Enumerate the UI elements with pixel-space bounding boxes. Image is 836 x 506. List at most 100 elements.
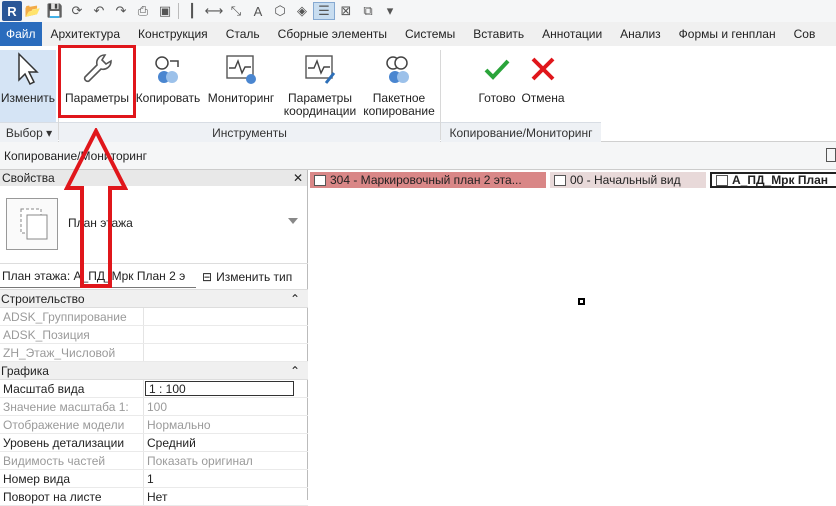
- prop-key: Номер вида: [0, 470, 144, 487]
- view-tab-label: А_ПД_Мрк План: [732, 173, 829, 187]
- panel-select-bar[interactable]: Выбор ▾: [0, 122, 58, 142]
- cancel-label: Отмена: [521, 91, 565, 105]
- red-arrow-annotation: [64, 128, 128, 288]
- context-bar-handle[interactable]: [826, 148, 836, 162]
- drawing-area[interactable]: 304 - Маркировочный план 2 эта... 00 - Н…: [310, 170, 836, 500]
- prop-key: Уровень детализации: [0, 434, 144, 451]
- sync-icon[interactable]: ⟳: [66, 2, 88, 20]
- panel-copy-monitor-bar: Копирование/Мониторинг: [441, 122, 601, 142]
- panel-copy-monitor-label: Копирование/Мониторинг: [449, 125, 593, 140]
- customize-qat-icon[interactable]: ▾: [379, 2, 401, 20]
- tab-file[interactable]: Файл: [0, 22, 42, 46]
- coordination-monitor-icon: [300, 50, 340, 88]
- view-tabs: 304 - Маркировочный план 2 эта... 00 - Н…: [310, 172, 836, 188]
- prop-value[interactable]: Средний: [144, 434, 308, 451]
- tab-collaborate[interactable]: Сов: [785, 22, 825, 46]
- measure-icon[interactable]: ┃: [181, 2, 203, 20]
- edit-type-button[interactable]: ⊟ Изменить тип: [202, 270, 292, 284]
- chevron-down-icon[interactable]: [288, 218, 298, 224]
- prop-key: ZH_Этаж_Числовой: [0, 344, 144, 361]
- monitor-button[interactable]: Мониторинг: [204, 50, 278, 122]
- revit-logo[interactable]: R: [2, 1, 22, 21]
- view-tab-active[interactable]: А_ПД_Мрк План: [710, 172, 836, 188]
- floor-plan-icon: [716, 174, 728, 186]
- properties-palette: Свойства ✕ План этажа План этажа: А_ПД_М…: [0, 170, 308, 506]
- collapse-icon[interactable]: ⌃: [290, 364, 300, 378]
- view-tab-label: 304 - Маркировочный план 2 эта...: [330, 173, 522, 187]
- section-icon[interactable]: ◈: [291, 2, 313, 20]
- batch-copy-icon: [379, 50, 419, 88]
- tab-massing-site[interactable]: Формы и генплан: [670, 22, 785, 46]
- prop-value: 100: [147, 399, 168, 414]
- tab-architecture[interactable]: Архитектура: [42, 22, 130, 46]
- collapse-icon[interactable]: ⌃: [290, 292, 300, 306]
- type-selector[interactable]: План этажа: [0, 186, 308, 264]
- table-row: Масштаб вида 1 : 100: [0, 380, 308, 398]
- view-tab[interactable]: 00 - Начальный вид: [550, 172, 706, 188]
- close-hidden-icon[interactable]: ⊠: [335, 2, 357, 20]
- view-scale-input[interactable]: 1 : 100: [145, 381, 294, 396]
- cancel-button[interactable]: Отмена: [518, 50, 568, 122]
- spot-icon[interactable]: ⤡: [225, 2, 247, 20]
- monitor-label: Мониторинг: [207, 91, 275, 105]
- finish-button[interactable]: Готово: [474, 50, 520, 122]
- sheet-icon: [554, 174, 566, 186]
- undo-icon[interactable]: ↶: [88, 2, 110, 20]
- sheet-icon: [314, 174, 326, 186]
- prop-key: Поворот на листе: [0, 488, 144, 505]
- modify-button[interactable]: Изменить: [0, 50, 56, 122]
- prop-key: Масштаб вида: [0, 380, 144, 397]
- view-tab-label: 00 - Начальный вид: [570, 173, 681, 187]
- prop-value[interactable]: Нет: [144, 488, 308, 505]
- prop-value: Нормально: [147, 417, 211, 432]
- tab-structure[interactable]: Конструкция: [129, 22, 217, 46]
- view-tab[interactable]: 304 - Маркировочный план 2 эта...: [310, 172, 546, 188]
- text-icon[interactable]: A: [247, 2, 269, 20]
- copy-circles-icon: [148, 50, 188, 88]
- prop-key: Значение масштаба 1:: [0, 398, 144, 415]
- switch-windows-icon[interactable]: ⧉: [357, 2, 379, 20]
- group-graphics[interactable]: Графика ⌃: [0, 362, 308, 380]
- table-row: Видимость частей Показать оригинал: [0, 452, 308, 470]
- floor-plan-icon: [6, 198, 58, 250]
- tab-systems[interactable]: Системы: [396, 22, 464, 46]
- edit-type-icon: ⊟: [202, 269, 213, 284]
- prop-key: Видимость частей: [0, 452, 144, 469]
- element-marker[interactable]: [578, 298, 585, 305]
- tab-insert[interactable]: Вставить: [464, 22, 533, 46]
- batch-copy-label-2: копирование: [363, 104, 435, 118]
- prop-key: ADSK_Позиция: [0, 326, 144, 343]
- table-row: Отображение модели Нормально: [0, 416, 308, 434]
- close-icon[interactable]: ✕: [293, 171, 303, 185]
- finish-label: Готово: [478, 91, 516, 105]
- copy-button[interactable]: Копировать: [134, 50, 202, 122]
- coordination-settings-button[interactable]: Параметры координации: [280, 50, 360, 122]
- table-row: ZH_Этаж_Числовой: [0, 344, 308, 362]
- table-row: Поворот на листе Нет: [0, 488, 308, 506]
- tab-steel[interactable]: Сталь: [217, 22, 269, 46]
- redo-icon[interactable]: ↷: [110, 2, 132, 20]
- export-icon[interactable]: ▣: [154, 2, 176, 20]
- thin-lines-icon[interactable]: ☰: [313, 2, 335, 20]
- monitor-pulse-icon: [221, 50, 261, 88]
- print-icon[interactable]: ⎙: [132, 2, 154, 20]
- tab-annotate[interactable]: Аннотации: [533, 22, 611, 46]
- prop-value: [144, 326, 308, 343]
- prop-value: [144, 344, 308, 361]
- instance-bar: План этажа: А_ПД_Мрк План 2 э ⊟ Изменить…: [0, 264, 308, 290]
- group-label: Строительство: [1, 291, 85, 306]
- group-construction[interactable]: Строительство ⌃: [0, 290, 308, 308]
- align-dimension-icon[interactable]: ⟷: [203, 2, 225, 20]
- table-row: Значение масштаба 1: 100: [0, 398, 308, 416]
- open-icon[interactable]: 📂: [22, 2, 44, 20]
- tab-analyze[interactable]: Анализ: [611, 22, 670, 46]
- prop-value[interactable]: 1: [144, 470, 308, 487]
- checkmark-icon: [477, 50, 517, 88]
- group-label: Графика: [1, 363, 49, 378]
- table-row: Уровень детализации Средний: [0, 434, 308, 452]
- 3d-view-icon[interactable]: ⬡: [269, 2, 291, 20]
- batch-copy-button[interactable]: Пакетное копирование: [360, 50, 438, 122]
- tab-precast[interactable]: Сборные элементы: [269, 22, 396, 46]
- prop-value: [144, 308, 308, 325]
- save-icon[interactable]: 💾: [44, 2, 66, 20]
